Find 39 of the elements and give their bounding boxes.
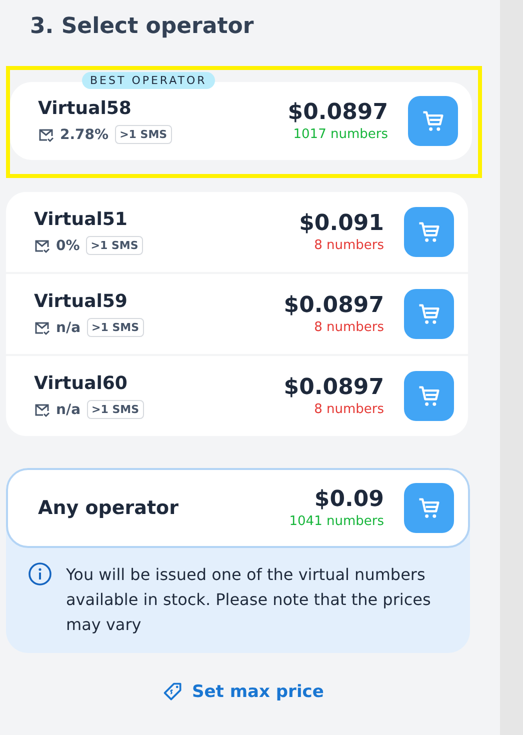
sms-tag: >1 SMS (86, 400, 144, 419)
best-operator-badge: BEST OPERATOR (82, 72, 215, 89)
mail-check-icon (38, 126, 54, 142)
operator-name: Virtual51 (34, 209, 128, 230)
cart-button[interactable] (404, 483, 454, 533)
delivery-rate: n/a (56, 320, 81, 336)
set-max-price-link[interactable]: Set max price (162, 681, 324, 703)
price-tag-icon (162, 681, 184, 703)
section-title: 3. Select operator (30, 13, 255, 41)
info-text: You will be issued one of the virtual numbers available in stock. Please note that the prices may vary (66, 564, 432, 636)
operator-name: Virtual59 (34, 291, 128, 312)
price: $0.0897 (284, 375, 384, 400)
price: $0.091 (299, 211, 384, 236)
operator-name: Virtual58 (38, 98, 132, 119)
cart-button[interactable] (404, 289, 454, 339)
stock-count: 1017 numbers (293, 127, 388, 142)
stock-count: 8 numbers (314, 402, 384, 417)
info-icon (28, 562, 52, 586)
any-operator-card[interactable]: Any operator $0.09 1041 numbers (6, 468, 470, 548)
mail-check-icon (34, 320, 50, 336)
operator-name: Virtual60 (34, 373, 128, 394)
price: $0.0897 (284, 293, 384, 318)
cart-button[interactable] (404, 371, 454, 421)
stock-count: 8 numbers (314, 238, 384, 253)
sms-tag: >1 SMS (86, 236, 144, 255)
operator-name: Any operator (38, 497, 180, 519)
delivery-rate: n/a (56, 402, 81, 418)
cart-button[interactable] (408, 96, 458, 146)
cart-button[interactable] (404, 207, 454, 257)
sms-tag: >1 SMS (114, 125, 172, 144)
sms-tag: >1 SMS (86, 318, 144, 337)
price: $0.0897 (288, 100, 388, 125)
mail-check-icon (34, 238, 50, 254)
delivery-rate: 0% (56, 238, 80, 254)
delivery-rate: 2.78% (60, 126, 109, 142)
price: $0.09 (314, 487, 384, 512)
mail-check-icon (34, 402, 50, 418)
stock-count: 1041 numbers (289, 514, 384, 529)
stock-count: 8 numbers (314, 320, 384, 335)
